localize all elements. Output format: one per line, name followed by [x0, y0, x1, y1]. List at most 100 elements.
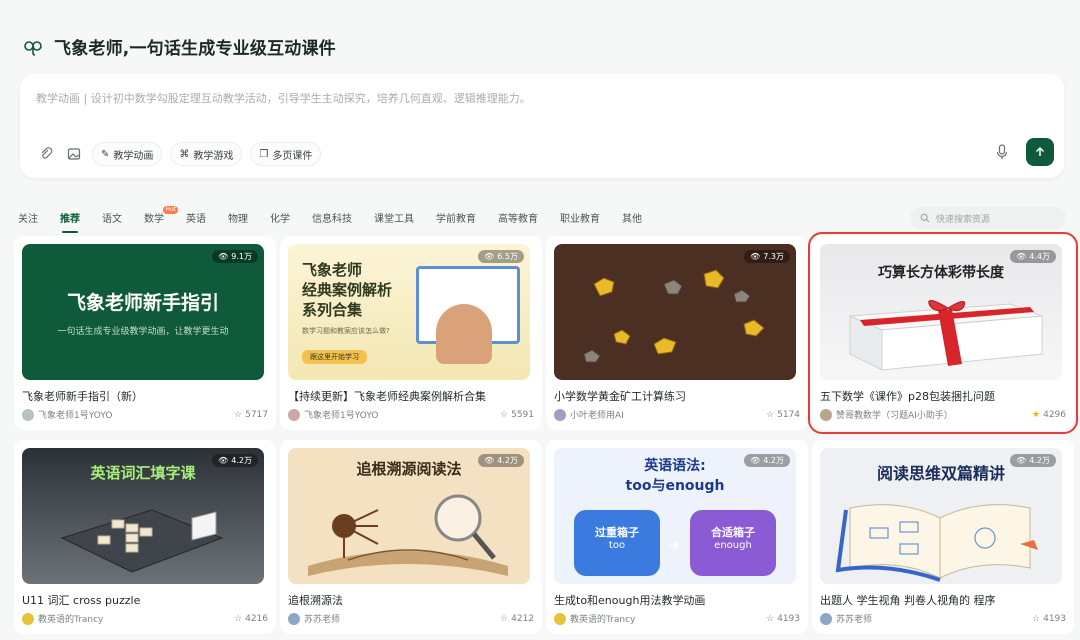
tab-math[interactable]: 数学 Hot — [144, 206, 178, 225]
tab-it[interactable]: 信息科技 — [312, 210, 352, 225]
star-filled-icon[interactable]: ★ — [1032, 410, 1040, 420]
eye-icon: 👁 — [1016, 456, 1027, 465]
tab-classroom-tools[interactable]: 课堂工具 — [374, 210, 414, 225]
view-count-text: 4.2万 — [231, 456, 252, 465]
resource-card[interactable]: 👁 7.3万 小学数学黄金矿工计算练习 小叶老师用AI ☆ 5174 — [546, 236, 808, 430]
star-icon[interactable]: ☆ — [1032, 614, 1040, 624]
category-tabs: 关注 推荐 语文 数学 Hot 英语 物理 化学 信息科技 课堂工具 学前教育 … — [18, 206, 664, 233]
author-name: 飞象老师1号YOYO — [38, 411, 113, 421]
arrow-right-icon: ➜ — [668, 538, 680, 554]
tab-vocational[interactable]: 职业教育 — [560, 210, 600, 225]
search-input[interactable]: 快速搜索资源 — [910, 207, 1066, 229]
tab-chinese[interactable]: 语文 — [102, 210, 122, 225]
chip-teach-game[interactable]: ⌘ 教学游戏 — [170, 142, 243, 166]
resource-grid: 飞象老师新手指引 一句话生成专业级教学动画，让教学更生动 👁 9.1万 飞象老师新… — [14, 232, 1078, 634]
chip-multi-page[interactable]: ❐ 多页课件 — [250, 142, 322, 166]
like-count: 5591 — [511, 409, 534, 420]
gift-box-illustration — [849, 300, 1043, 371]
thumb-title: 飞象老师新手指引 — [66, 292, 219, 314]
star-icon[interactable]: ☆ — [500, 410, 508, 420]
prompt-input[interactable]: 教学动画 | 设计初中数学勾股定理互动教学活动，引导学生主动探究，培养几何直观、… — [36, 90, 531, 106]
card-title: 小学数学黄金矿工计算练习 — [554, 390, 686, 403]
eye-icon: 👁 — [218, 252, 229, 261]
tab-other[interactable]: 其他 — [622, 210, 642, 225]
tab-label: 数学 — [144, 214, 164, 225]
gold-nuggets-illustration — [583, 269, 765, 363]
resource-card[interactable]: 飞象老师新手指引 一句话生成专业级教学动画，让教学更生动 👁 9.1万 飞象老师新… — [14, 236, 276, 430]
image-icon[interactable] — [64, 144, 84, 164]
like-count: 5717 — [245, 409, 268, 420]
card-title: 五下数学《课作》p28包装捆扎问题 — [820, 390, 995, 403]
avatar — [554, 612, 566, 625]
open-book-illustration — [835, 504, 1038, 582]
chip-teach-animation[interactable]: ✎ 教学动画 — [92, 142, 163, 166]
resource-card[interactable]: 英语词汇填字课 👁 4.2万 U11 词汇 cross puzzle 教英语的Tr… — [14, 440, 276, 634]
chip-label: 教学动画 — [113, 150, 154, 162]
card-thumbnail: 英语词汇填字课 👁 4.2万 — [22, 448, 264, 584]
resource-card-selected[interactable]: 巧算长方体彩带长度 👁 4.4万 五下数学《课作》p28包装捆扎问题 赞哥教数学（… — [808, 232, 1078, 434]
resource-card[interactable]: 阅读思维双篇精讲 👁 4.2万 出题人 学生视角 判卷人视角的 程序 苏苏老师 ☆… — [812, 440, 1074, 634]
star-icon[interactable]: ☆ — [234, 410, 242, 420]
resource-card[interactable]: 飞象老师 经典案例解析 系列合集 数学习题和教案应该怎么做? 跟这里开始学习 👁… — [280, 236, 542, 430]
author-name: 苏苏老师 — [836, 615, 873, 625]
elephant-logo-icon — [22, 36, 44, 58]
avatar — [554, 408, 566, 421]
card-title: 追根溯源法 — [288, 594, 343, 607]
card-thumbnail: 英语语法: too与enough 过重箱子 too ➜ 合适箱子 enough … — [554, 448, 796, 584]
page-title: 飞象老师,一句话生成专业级互动课件 — [54, 39, 336, 59]
tab-follow[interactable]: 关注 — [18, 210, 38, 225]
tab-preschool[interactable]: 学前教育 — [436, 210, 476, 225]
avatar — [22, 408, 34, 421]
star-icon[interactable]: ☆ — [500, 614, 508, 624]
view-count-text: 7.3万 — [763, 252, 784, 261]
prompt-toolbar: ✎ 教学动画 ⌘ 教学游戏 ❐ 多页课件 — [36, 142, 322, 166]
too-box-panel: 过重箱子 too — [574, 510, 660, 576]
tab-recommend[interactable]: 推荐 — [60, 210, 80, 233]
too-box-label: 过重箱子 — [595, 526, 639, 539]
card-title: U11 词汇 cross puzzle — [22, 594, 141, 607]
card-thumbnail: 飞象老师 经典案例解析 系列合集 数学习题和教案应该怎么做? 跟这里开始学习 👁… — [288, 244, 530, 380]
view-count-text: 9.1万 — [231, 252, 252, 261]
like-count: 4193 — [777, 613, 800, 624]
slides-icon: ❐ — [259, 148, 269, 160]
card-title: 出题人 学生视角 判卷人视角的 程序 — [820, 594, 996, 607]
enough-box-panel: 合适箱子 enough — [690, 510, 776, 576]
card-thumbnail: 追根溯源阅读法 👁 4.2万 — [288, 448, 530, 584]
card-thumbnail: 飞象老师新手指引 一句话生成专业级教学动画，让教学更生动 👁 9.1万 — [22, 244, 264, 380]
view-count: 👁 7.3万 — [744, 250, 790, 263]
author-name: 教英语的Trancy — [570, 615, 636, 625]
view-count: 👁 6.5万 — [478, 250, 524, 263]
chip-label: 多页课件 — [272, 150, 313, 162]
resource-card[interactable]: 追根溯源阅读法 👁 4.2万 追根溯源法 苏苏老师 ☆ 4212 — [280, 440, 542, 634]
view-count-text: 4.2万 — [763, 456, 784, 465]
avatar — [820, 612, 832, 625]
microphone-icon[interactable] — [990, 140, 1014, 164]
tab-english[interactable]: 英语 — [186, 210, 206, 225]
star-icon[interactable]: ☆ — [766, 410, 774, 420]
avatar — [288, 408, 300, 421]
enough-box-label: 合适箱子 — [711, 526, 755, 539]
search-placeholder: 快速搜索资源 — [936, 214, 991, 225]
game-icon: ⌘ — [179, 148, 190, 160]
enough-box-sub: enough — [714, 540, 752, 551]
star-icon[interactable]: ☆ — [234, 614, 242, 624]
send-button[interactable] — [1026, 138, 1054, 166]
star-icon[interactable]: ☆ — [766, 614, 774, 624]
view-count: 👁 4.4万 — [1010, 250, 1056, 263]
author-name: 教英语的Trancy — [38, 615, 104, 625]
like-count: 4296 — [1043, 409, 1066, 420]
view-count: 👁 9.1万 — [212, 250, 258, 263]
tab-physics[interactable]: 物理 — [228, 210, 248, 225]
view-count: 👁 4.2万 — [744, 454, 790, 467]
view-count: 👁 4.2万 — [212, 454, 258, 467]
author-name: 赞哥教数学（习题AI小助手） — [836, 411, 953, 421]
author-name: 飞象老师1号YOYO — [304, 411, 379, 421]
chip-label: 教学游戏 — [193, 150, 234, 162]
tab-higher-ed[interactable]: 高等教育 — [498, 210, 538, 225]
attach-icon[interactable] — [36, 144, 56, 164]
view-count-text: 6.5万 — [497, 252, 518, 261]
tab-chemistry[interactable]: 化学 — [270, 210, 290, 225]
hot-badge: Hot — [163, 206, 178, 214]
card-thumbnail: 👁 7.3万 — [554, 244, 796, 380]
resource-card[interactable]: 英语语法: too与enough 过重箱子 too ➜ 合适箱子 enough … — [546, 440, 808, 634]
